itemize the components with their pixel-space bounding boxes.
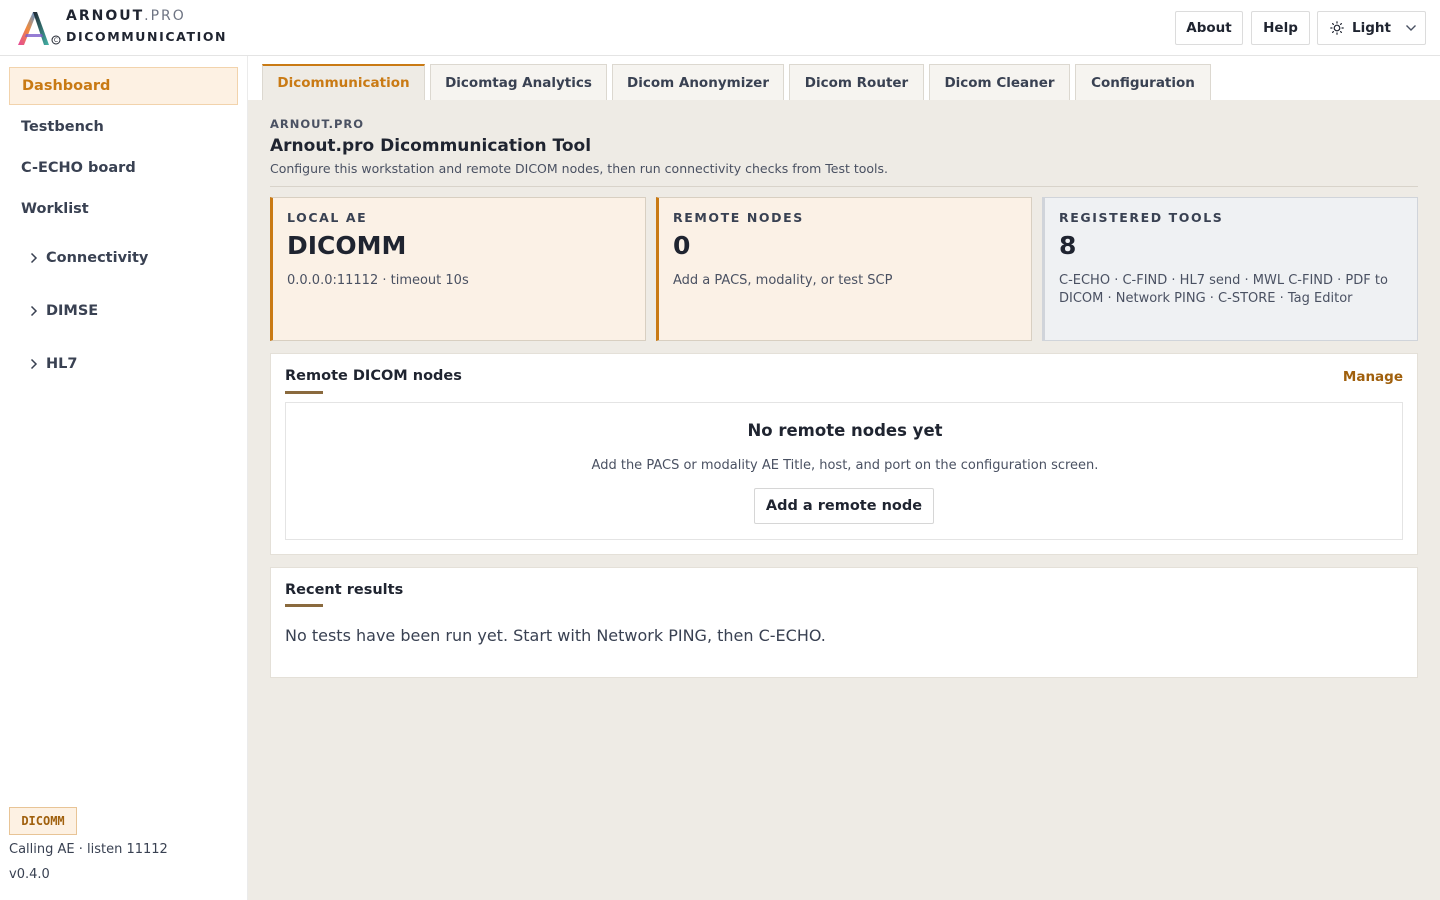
recent-results-card: Recent results No tests have been run ye…: [270, 567, 1418, 678]
sidebar-group-label: Connectivity: [46, 250, 149, 266]
tab-dicom-anonymizer[interactable]: Dicom Anonymizer: [612, 64, 784, 100]
add-remote-node-button[interactable]: Add a remote node: [754, 488, 934, 524]
sidebar-item-dashboard[interactable]: Dashboard: [9, 67, 238, 105]
tool-tabs: Dicommunication Dicomtag Analytics Dicom…: [248, 56, 1440, 100]
stat-card-local-ae: LOCAL AE DICOMM 0.0.0.0:11112 · timeout …: [270, 197, 646, 341]
app-version: v0.4.0: [9, 867, 50, 882]
stat-card-remote-nodes: REMOTE NODES 0 Add a PACS, modality, or …: [656, 197, 1032, 341]
title-underline: [285, 604, 323, 607]
theme-dropdown[interactable]: Light: [1317, 11, 1426, 45]
page-description: Configure this workstation and remote DI…: [270, 161, 889, 176]
app-header: C ARNOUT.PRO DICOMMUNICATION About Help …: [0, 0, 1440, 56]
brand-name: ARNOUT.PRO: [66, 8, 186, 24]
chevron-down-icon: [1405, 25, 1416, 31]
theme-label: Light: [1352, 20, 1391, 36]
stat-description: C-ECHO · C-FIND · HL7 send · MWL C-FIND …: [1059, 273, 1388, 306]
sidebar: Dashboard Testbench C-ECHO board Worklis…: [0, 56, 248, 900]
stat-label: REMOTE NODES: [673, 210, 804, 225]
sidebar-group-label: HL7: [46, 356, 78, 372]
stat-description: 0.0.0.0:11112 · timeout 10s: [287, 273, 469, 288]
brand-suffix: .PRO: [144, 8, 186, 24]
card-title: Remote DICOM nodes: [285, 368, 462, 384]
page-title: Arnout.pro Dicommunication Tool: [270, 136, 592, 156]
arnout-logo-icon[interactable]: C: [16, 9, 62, 47]
recent-results-empty-text: No tests have been run yet. Start with N…: [285, 626, 826, 645]
sidebar-group-dimse[interactable]: DIMSE: [30, 299, 98, 323]
chevron-right-icon: [30, 252, 38, 264]
stat-value: 0: [673, 231, 691, 260]
tab-dicommunication[interactable]: Dicommunication: [262, 64, 425, 100]
remote-nodes-card: Remote DICOM nodes Manage No remote node…: [270, 353, 1418, 555]
empty-state-title: No remote nodes yet: [747, 421, 943, 440]
title-underline: [285, 391, 323, 394]
stat-card-registered-tools: REGISTERED TOOLS 8 C-ECHO · C-FIND · HL7…: [1042, 197, 1418, 341]
sidebar-group-connectivity[interactable]: Connectivity: [30, 246, 148, 270]
empty-state: No remote nodes yet Add the PACS or moda…: [285, 402, 1403, 540]
tab-configuration[interactable]: Configuration: [1075, 64, 1211, 100]
empty-state-description: Add the PACS or modality AE Title, host,…: [591, 458, 1099, 473]
stat-value: DICOMM: [287, 231, 407, 260]
header-divider: [270, 186, 1418, 187]
stat-label: LOCAL AE: [287, 210, 368, 225]
sidebar-item-worklist[interactable]: Worklist: [9, 190, 238, 228]
card-title: Recent results: [285, 582, 404, 598]
stat-value: 8: [1059, 231, 1077, 260]
sidebar-group-hl7[interactable]: HL7: [30, 352, 77, 376]
tab-dicom-cleaner[interactable]: Dicom Cleaner: [929, 64, 1070, 100]
ae-title-badge: DICOMM: [9, 807, 77, 835]
sun-icon: [1330, 21, 1344, 35]
tab-dicomtag-analytics[interactable]: Dicomtag Analytics: [430, 64, 607, 100]
chevron-right-icon: [30, 305, 38, 317]
stat-label: REGISTERED TOOLS: [1059, 210, 1224, 225]
sidebar-group-label: DIMSE: [46, 303, 99, 319]
main-content: Dicommunication Dicomtag Analytics Dicom…: [248, 56, 1440, 900]
manage-link[interactable]: Manage: [1343, 369, 1403, 385]
calling-ae-status: Calling AE · listen 11112: [9, 842, 168, 857]
sidebar-item-c-echo-board[interactable]: C-ECHO board: [9, 149, 238, 187]
brand-product: DICOMMUNICATION: [66, 29, 228, 44]
chevron-right-icon: [30, 358, 38, 370]
sidebar-item-testbench[interactable]: Testbench: [9, 108, 238, 146]
stat-description: Add a PACS, modality, or test SCP: [673, 273, 893, 288]
page-eyebrow: ARNOUT.PRO: [270, 117, 365, 131]
tab-dicom-router[interactable]: Dicom Router: [789, 64, 924, 100]
help-button[interactable]: Help: [1251, 11, 1310, 45]
about-button[interactable]: About: [1175, 11, 1243, 45]
svg-text:C: C: [54, 37, 58, 44]
